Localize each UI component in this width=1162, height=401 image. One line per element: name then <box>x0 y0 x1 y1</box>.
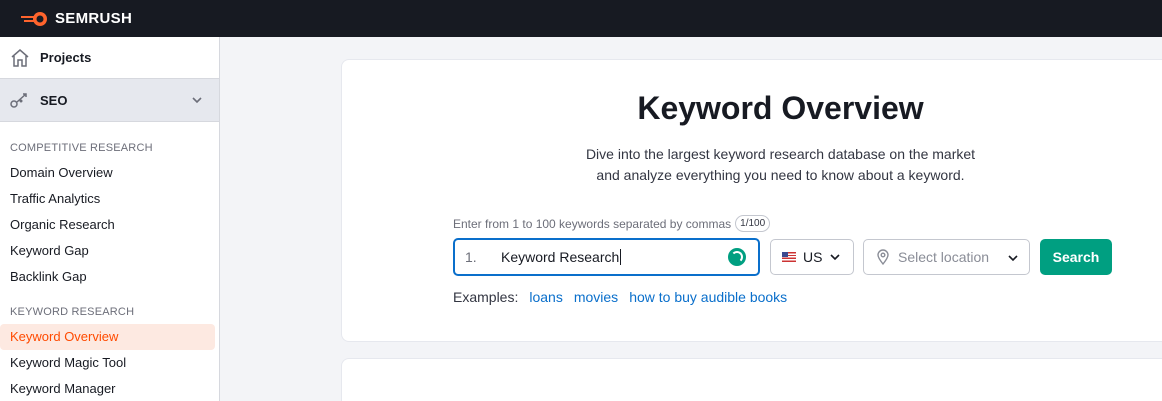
subtitle-line: Dive into the largest keyword research d… <box>585 146 976 162</box>
keyword-input[interactable]: 1. Keyword Research <box>453 238 760 276</box>
hint-text: Enter from 1 to 100 keywords separated b… <box>453 216 732 231</box>
top-bar: SEMRUSH <box>0 0 1162 37</box>
sidebar-item-keyword-magic-tool[interactable]: Keyword Magic Tool <box>0 350 219 376</box>
semrush-logo-icon <box>21 11 47 26</box>
keyword-counter-badge: 1/100 <box>735 215 771 232</box>
sidebar-item-label: SEO <box>40 92 68 108</box>
sidebar-item-organic-research[interactable]: Organic Research <box>0 212 219 238</box>
section-heading: COMPETITIVE RESEARCH <box>10 142 153 154</box>
subtitle-line: and analyze everything you need to know … <box>596 167 965 183</box>
search-button[interactable]: Search <box>1040 239 1112 275</box>
chevron-down-icon <box>1008 255 1018 262</box>
location-placeholder: Select location <box>898 249 990 265</box>
examples-row: Examples: loans movies how to buy audibl… <box>453 289 787 305</box>
section-heading: KEYWORD RESEARCH <box>10 306 135 318</box>
keyword-input-value[interactable]: Keyword Research <box>501 249 622 265</box>
chevron-down-icon <box>830 254 841 261</box>
results-card <box>341 358 1162 401</box>
sidebar-item-projects[interactable]: Projects <box>0 37 219 78</box>
seo-icon <box>9 89 31 111</box>
us-flag-icon <box>782 252 796 262</box>
sidebar: Projects SEO COMPETITIVE RESEARCH Domain… <box>0 37 220 401</box>
location-pin-icon <box>877 249 889 265</box>
location-select[interactable]: Select location <box>863 239 1030 275</box>
page-title: Keyword Overview <box>637 90 924 126</box>
sidebar-item-backlink-gap[interactable]: Backlink Gap <box>0 264 219 290</box>
database-select[interactable]: US <box>770 239 854 275</box>
sidebar-item-keyword-manager[interactable]: Keyword Manager <box>0 376 219 401</box>
line-number: 1. <box>465 249 477 265</box>
sidebar-item-seo[interactable]: SEO <box>0 78 219 122</box>
sidebar-item-domain-overview[interactable]: Domain Overview <box>0 160 219 186</box>
example-link[interactable]: movies <box>574 289 618 305</box>
example-link[interactable]: how to buy audible books <box>629 289 787 305</box>
database-value: US <box>803 249 823 265</box>
examples-label: Examples: <box>453 289 519 305</box>
example-link[interactable]: loans <box>529 289 562 305</box>
spinner-icon <box>728 248 746 266</box>
keyword-hint: Enter from 1 to 100 keywords separated b… <box>453 215 771 232</box>
chevron-down-icon[interactable] <box>190 93 204 107</box>
sidebar-item-keyword-overview[interactable]: Keyword Overview <box>0 324 215 350</box>
sidebar-item-keyword-gap[interactable]: Keyword Gap <box>0 238 219 264</box>
semrush-logo[interactable]: SEMRUSH <box>21 10 132 27</box>
sidebar-item-traffic-analytics[interactable]: Traffic Analytics <box>0 186 219 212</box>
home-icon <box>9 47 31 69</box>
keyword-overview-card: Keyword Overview Dive into the largest k… <box>341 59 1162 342</box>
brand-name: SEMRUSH <box>55 10 133 27</box>
page-subtitle: Dive into the largest keyword research d… <box>342 144 1162 186</box>
sidebar-item-label: Projects <box>40 50 92 65</box>
